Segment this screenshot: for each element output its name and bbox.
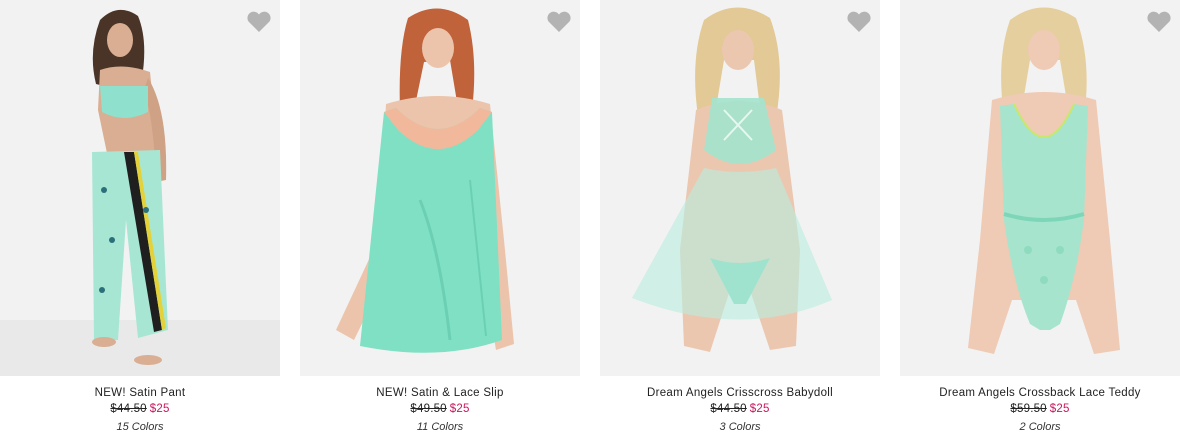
product-card[interactable]: NEW! Satin Pant $44.50 $25 15 Colors <box>0 0 280 444</box>
product-price: $59.50 $25 <box>900 403 1180 415</box>
original-price: $49.50 <box>410 403 447 415</box>
color-count[interactable]: 2 Colors <box>900 421 1180 433</box>
product-price: $44.50 $25 <box>600 403 880 415</box>
product-image[interactable] <box>900 0 1180 376</box>
original-price: $59.50 <box>1010 403 1047 415</box>
sale-price: $25 <box>749 403 770 415</box>
color-count[interactable]: 15 Colors <box>0 421 280 433</box>
product-name[interactable]: Dream Angels Crossback Lace Teddy <box>900 387 1180 399</box>
sale-price: $25 <box>449 403 470 415</box>
product-name[interactable]: NEW! Satin Pant <box>0 387 280 399</box>
product-image[interactable] <box>0 0 280 376</box>
product-grid: NEW! Satin Pant $44.50 $25 15 Colors NEW… <box>0 0 1180 444</box>
product-name[interactable]: NEW! Satin & Lace Slip <box>300 387 580 399</box>
product-price: $44.50 $25 <box>0 403 280 415</box>
original-price: $44.50 <box>110 403 147 415</box>
color-count[interactable]: 11 Colors <box>300 421 580 433</box>
original-price: $44.50 <box>710 403 747 415</box>
heart-icon[interactable] <box>546 10 572 34</box>
product-card[interactable]: NEW! Satin & Lace Slip $49.50 $25 11 Colo… <box>300 0 580 444</box>
product-image[interactable] <box>300 0 580 376</box>
product-image[interactable] <box>600 0 880 376</box>
product-card[interactable]: Dream Angels Crisscross Babydoll $44.50 $… <box>600 0 880 444</box>
product-card[interactable]: Dream Angels Crossback Lace Teddy $59.50… <box>900 0 1180 444</box>
sale-price: $25 <box>149 403 170 415</box>
color-count[interactable]: 3 Colors <box>600 421 880 433</box>
sale-price: $25 <box>1049 403 1070 415</box>
heart-icon[interactable] <box>246 10 272 34</box>
heart-icon[interactable] <box>1146 10 1172 34</box>
product-price: $49.50 $25 <box>300 403 580 415</box>
heart-icon[interactable] <box>846 10 872 34</box>
product-name[interactable]: Dream Angels Crisscross Babydoll <box>600 387 880 399</box>
